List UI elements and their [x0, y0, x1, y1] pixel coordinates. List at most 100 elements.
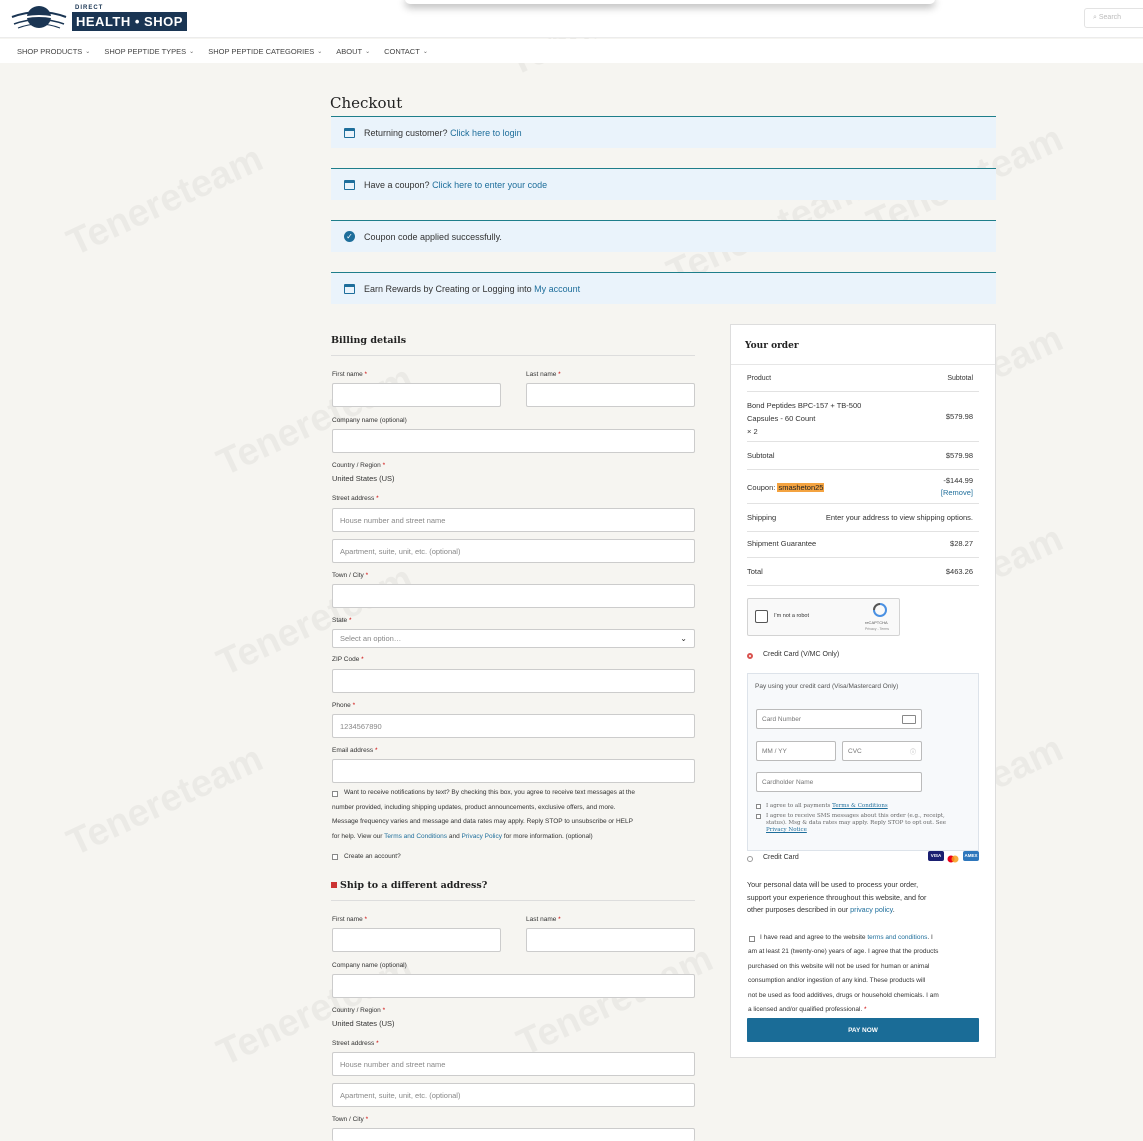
order-review-panel: Your order Product Subtotal Bond Peptide… — [730, 324, 996, 1058]
divider — [747, 441, 979, 442]
cvc-input[interactable]: CVC ⓘ — [842, 741, 922, 761]
shipping-last-name-label: Last name * — [526, 916, 561, 923]
chevron-down-icon: ⌄ — [680, 634, 687, 643]
notice-rewards: Earn Rewards by Creating or Logging into… — [331, 272, 996, 304]
chevron-down-icon: ⌄ — [85, 48, 91, 55]
subtotal-label: Subtotal — [747, 451, 775, 460]
order-header: Your order — [731, 325, 995, 365]
product-price: $579.98 — [945, 412, 973, 421]
logo-main-text: HEALTH • SHOP — [72, 12, 187, 31]
sms-terms-link[interactable]: Terms and Conditions — [384, 833, 447, 840]
col-subtotal-header: Subtotal — [947, 375, 973, 382]
cardholder-name-input[interactable]: Cardholder Name — [756, 772, 922, 792]
notice-text: Coupon code applied successfully. — [364, 231, 502, 242]
payment-method-radio-cc[interactable] — [747, 856, 753, 862]
order-title: Your order — [745, 341, 799, 351]
first-name-input[interactable] — [332, 383, 501, 407]
coupon-label: Coupon: smasheton25 — [747, 483, 825, 492]
shipping-street-label: Street address * — [332, 1040, 379, 1047]
card-number-placeholder: Card Number — [762, 715, 802, 723]
enter-coupon-link[interactable]: Click here to enter your code — [432, 180, 547, 190]
recaptcha-checkbox[interactable] — [755, 610, 768, 623]
phone-input[interactable]: 1234567890 — [332, 714, 695, 738]
notice-coupon-applied: ✓ Coupon code applied successfully. — [331, 220, 996, 252]
recaptcha-widget: I'm not a robot reCAPTCHA Privacy - Term… — [747, 598, 900, 636]
search-icon: ⌕ — [1093, 14, 1097, 21]
pay-now-button[interactable]: PAY NOW — [747, 1018, 979, 1042]
agree-sms-text: I agree to receive SMS messages about th… — [766, 813, 947, 833]
privacy-policy-link[interactable]: privacy policy — [850, 905, 893, 914]
amex-icon: AMEX — [963, 851, 979, 861]
shipping-last-name-input[interactable] — [526, 928, 695, 952]
shipping-company-input[interactable] — [332, 974, 695, 998]
zip-input[interactable] — [332, 669, 695, 693]
state-placeholder: Select an option… — [340, 634, 402, 643]
logo-small-text: DIRECT — [75, 5, 104, 11]
search-input[interactable]: ⌕ Search — [1084, 8, 1143, 28]
header-shadow — [405, 0, 935, 4]
terms-link[interactable]: terms and conditions — [867, 934, 927, 941]
divider — [747, 557, 979, 558]
nav-label: SHOP PEPTIDE CATEGORIES — [208, 46, 315, 56]
watermark: Tenereteam — [61, 138, 270, 266]
credit-card-form: Pay using your credit card (Visa/Masterc… — [747, 673, 979, 851]
payment-terms-link[interactable]: Terms & Conditions — [832, 803, 888, 809]
coupon-code: smasheton25 — [777, 483, 825, 492]
agree-payment-terms-checkbox[interactable] — [756, 804, 761, 809]
login-link[interactable]: Click here to login — [450, 128, 522, 138]
state-select[interactable]: Select an option… ⌄ — [332, 629, 695, 648]
divider — [331, 900, 695, 901]
chevron-down-icon: ⌄ — [422, 48, 428, 55]
ship-different-checkbox[interactable] — [331, 882, 337, 888]
agree-payment-terms-text: I agree to all payments Terms & Conditio… — [766, 803, 888, 809]
country-value: United States (US) — [332, 474, 395, 483]
nav-label: ABOUT — [336, 46, 363, 56]
town-input[interactable] — [332, 584, 695, 608]
coupon-remove-link[interactable]: [Remove] — [941, 488, 973, 497]
create-account-label: Create an account? — [344, 853, 401, 860]
divider — [747, 585, 979, 586]
sms-privacy-link[interactable]: Privacy Policy — [462, 833, 502, 840]
agree-sms-checkbox[interactable] — [756, 814, 761, 819]
payment-method-radio-vmc[interactable] — [747, 653, 753, 659]
nav-shop-peptide-types[interactable]: SHOP PEPTIDE TYPES ⌄ — [104, 47, 194, 56]
col-product-header: Product — [747, 375, 772, 382]
nav-shop-peptide-categories[interactable]: SHOP PEPTIDE CATEGORIES ⌄ — [208, 47, 322, 56]
company-input[interactable] — [332, 429, 695, 453]
search-placeholder: Search — [1098, 14, 1122, 21]
shipping-apartment-input[interactable]: Apartment, suite, unit, etc. (optional) — [332, 1083, 695, 1107]
visa-icon: VISA — [928, 851, 944, 861]
logo-wave-icon — [10, 3, 68, 33]
street-label: Street address * — [332, 495, 379, 502]
last-name-input[interactable] — [526, 383, 695, 407]
nav-about[interactable]: ABOUT ⌄ — [336, 47, 370, 56]
window-icon — [344, 127, 355, 138]
expiry-input[interactable]: MM / YY — [756, 741, 836, 761]
privacy-notice-link[interactable]: Privacy Notice — [766, 827, 807, 833]
shipping-first-name-input[interactable] — [332, 928, 501, 952]
my-account-link[interactable]: My account — [534, 284, 580, 294]
window-icon — [344, 283, 355, 294]
guarantee-value: $28.27 — [950, 539, 973, 548]
shipping-country-value: United States (US) — [332, 1019, 395, 1028]
email-label: Email address * — [332, 747, 378, 754]
create-account-checkbox[interactable] — [332, 854, 338, 860]
street-input[interactable]: House number and street name — [332, 508, 695, 532]
check-circle-icon: ✓ — [344, 231, 355, 242]
product-name: Bond Peptides BPC-157 + TB-500 Capsules … — [747, 401, 862, 436]
shipping-first-name-label: First name * — [332, 916, 368, 923]
total-label: Total — [747, 567, 763, 576]
site-logo[interactable]: DIRECT HEALTH • SHOP — [10, 3, 187, 33]
shipping-company-label: Company name (optional) — [332, 962, 407, 969]
email-input[interactable] — [332, 759, 695, 783]
apartment-input[interactable]: Apartment, suite, unit, etc. (optional) — [332, 539, 695, 563]
chevron-down-icon: ⌄ — [189, 48, 195, 55]
shipping-town-input[interactable] — [332, 1128, 695, 1141]
total-value: $463.26 — [945, 567, 973, 576]
nav-contact[interactable]: CONTACT ⌄ — [384, 47, 428, 56]
shipping-street-input[interactable]: House number and street name — [332, 1052, 695, 1076]
card-number-input[interactable]: Card Number — [756, 709, 922, 729]
divider — [747, 469, 979, 470]
nav-shop-products[interactable]: SHOP PRODUCTS ⌄ — [17, 47, 90, 56]
watermark: Tenereteam — [61, 738, 270, 866]
